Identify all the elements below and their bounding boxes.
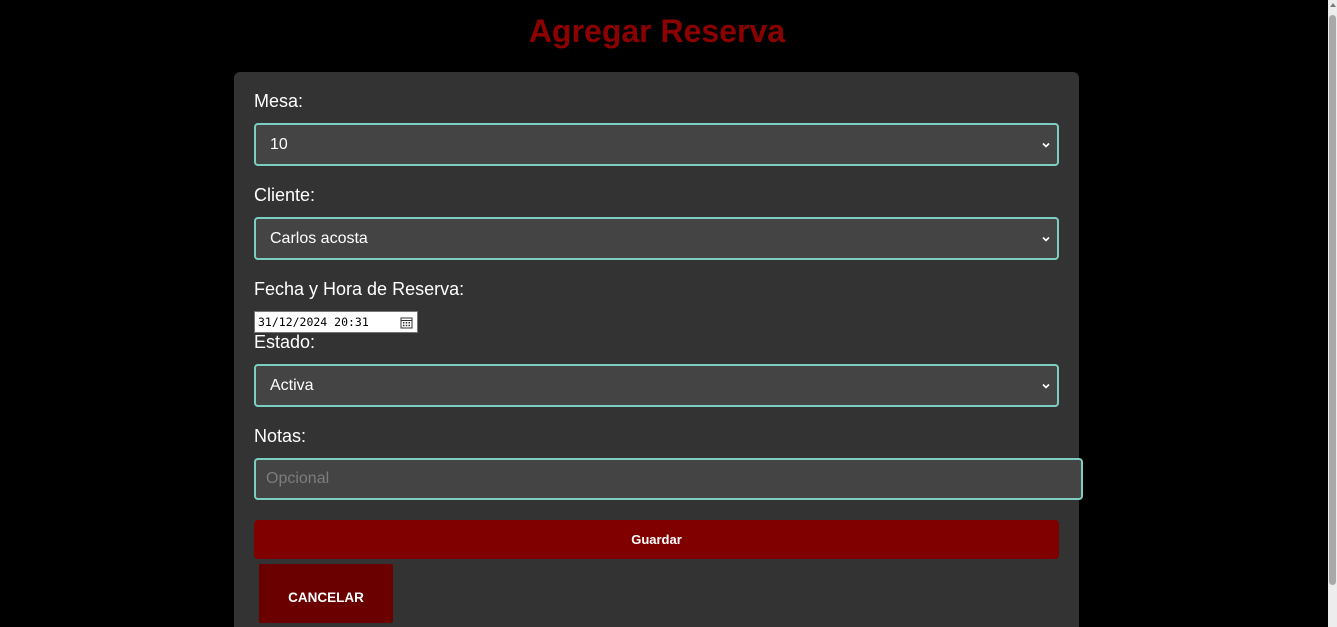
mesa-label: Mesa: <box>254 91 304 111</box>
chevron-down-icon <box>1042 236 1050 242</box>
calendar-icon[interactable] <box>400 316 413 329</box>
page: Agregar Reserva Mesa: 10 Cliente: Carlos… <box>0 0 1337 627</box>
mesa-select-value: 10 <box>270 135 288 153</box>
reservation-form-card: Mesa: 10 Cliente: Carlos acosta Fecha y … <box>234 72 1083 627</box>
fecha-datetime-value: 31/12/2024 20:31 <box>258 315 369 329</box>
cliente-select-value: Carlos acosta <box>270 229 368 247</box>
notas-input[interactable]: Opcional <box>254 458 1083 500</box>
cliente-select[interactable]: Carlos acosta <box>254 217 1059 260</box>
estado-select[interactable]: Activa <box>254 364 1059 407</box>
cancel-button[interactable]: CANCELAR <box>259 564 393 623</box>
estado-select-value: Activa <box>270 376 314 394</box>
page-title: Agregar Reserva <box>528 13 786 49</box>
notas-label: Notas: <box>254 426 307 446</box>
scrollbar-thumb[interactable] <box>1329 15 1336 585</box>
save-button[interactable]: Guardar <box>254 520 1059 559</box>
cliente-label: Cliente: <box>254 185 316 205</box>
fecha-label: Fecha y Hora de Reserva: <box>254 279 465 299</box>
estado-label: Estado: <box>254 332 316 352</box>
scroll-up-arrow-icon[interactable] <box>1330 3 1336 7</box>
vertical-scrollbar[interactable] <box>1328 0 1337 627</box>
chevron-down-icon <box>1042 383 1050 389</box>
fecha-datetime-input[interactable]: 31/12/2024 20:31 <box>254 311 418 333</box>
chevron-down-icon <box>1042 142 1050 148</box>
notas-placeholder: Opcional <box>266 470 330 487</box>
mesa-select[interactable]: 10 <box>254 123 1059 166</box>
